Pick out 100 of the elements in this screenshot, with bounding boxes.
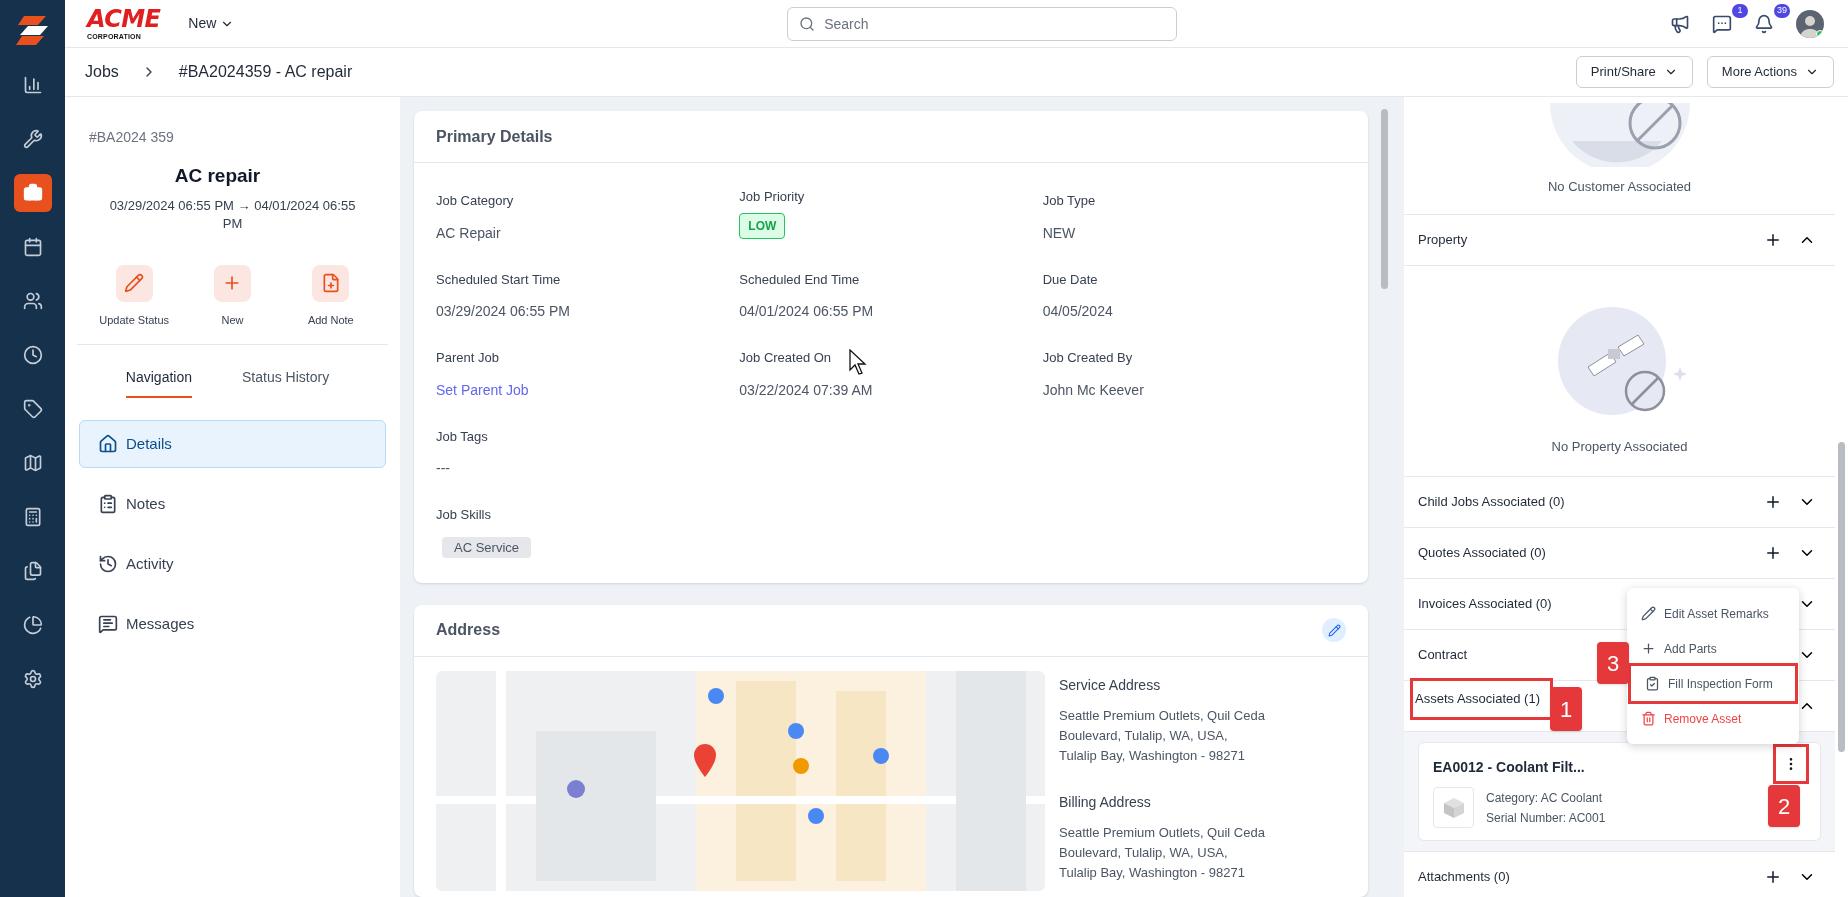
nav-item[interactable]: Notes (79, 480, 386, 528)
plus-icon (1764, 868, 1782, 886)
field-value: AC Repair (436, 223, 501, 243)
section-title: Assets Associated (1) (1413, 681, 1550, 717)
section-title: Property (1418, 231, 1468, 250)
edit-address-button[interactable] (1322, 618, 1346, 642)
clipboard-icon (98, 494, 118, 514)
briefcase-button[interactable] (13, 174, 52, 212)
field-label: Job Skills (436, 506, 491, 524)
megaphone-button[interactable] (1670, 13, 1690, 34)
empty-message: No Property Associated (1551, 437, 1688, 456)
plus-icon (1641, 641, 1656, 656)
history-icon (98, 554, 118, 574)
pie-chart-icon (22, 615, 43, 635)
print-share-button[interactable]: Print/Share (1575, 56, 1693, 88)
briefcase-icon (22, 183, 43, 203)
section-title: Invoices Associated (0) (1418, 595, 1552, 614)
field-value: 03/29/2024 06:55 PM (436, 302, 570, 321)
field-label: Due Date (1042, 270, 1098, 289)
quick-action-button[interactable]: Update Status (89, 264, 180, 328)
field-value: 03/22/2024 07:39 AM (739, 380, 873, 400)
plus-icon (1764, 544, 1782, 562)
field-label: Scheduled End Time (739, 270, 860, 289)
field-label: Job Created By (1042, 349, 1133, 367)
job-number: #BA2024 359 (88, 128, 175, 147)
menu-item[interactable]: Remove Asset (1627, 701, 1799, 736)
map-icon (22, 453, 43, 473)
menu-item[interactable]: Fill Inspection Form (1631, 666, 1795, 701)
nav-item[interactable]: Messages (79, 600, 386, 648)
field-value: 04/05/2024 (1042, 302, 1113, 321)
panel-tab[interactable]: Status History (242, 367, 330, 398)
priority-badge: LOW (739, 212, 786, 239)
section-title: Child Jobs Associated (0) (1418, 493, 1565, 512)
field-value: NEW (1042, 223, 1076, 243)
card-title: Primary Details (414, 111, 1368, 163)
asset-detail: Serial Number: AC001 (1486, 809, 1606, 827)
section-title: Quotes Associated (0) (1418, 544, 1546, 563)
panel-tab[interactable]: Navigation (125, 367, 192, 398)
address-label: Billing Address (1059, 792, 1152, 812)
message-icon (98, 614, 118, 634)
chat-button[interactable] (1712, 13, 1732, 34)
field-label: Job Type (1042, 192, 1096, 210)
address-text: Seattle Premium Outlets, Quil Ceda Boulevard, Tulalip, WA, USA, Tulalip Bay, Washington - 98271 (1059, 706, 1265, 765)
breadcrumb-link[interactable]: Jobs (85, 60, 119, 84)
clipboard-check-icon (1645, 676, 1660, 691)
bar-chart-icon (22, 75, 43, 95)
field-label: Job Tags (436, 427, 488, 446)
avatar-button[interactable] (1796, 9, 1824, 38)
card-title: Address (436, 620, 502, 640)
bell-icon (1754, 13, 1774, 34)
pencil-icon (124, 273, 145, 293)
plus-icon (1764, 231, 1782, 249)
skill-tag: AC Service (442, 536, 532, 558)
bell-button[interactable] (1754, 13, 1774, 34)
nav-item[interactable]: Activity (79, 540, 386, 588)
menu-item[interactable]: Edit Asset Remarks (1627, 596, 1799, 631)
set-parent-link[interactable]: Set Parent Job (436, 379, 740, 401)
callout-number: 3 (1597, 642, 1629, 684)
field-label: Parent Job (436, 349, 499, 367)
cube-icon (1441, 795, 1466, 820)
logo-icon (15, 14, 50, 46)
field-label: Job Priority (739, 188, 805, 206)
section-title: Contract (1418, 646, 1468, 665)
pencil-icon (1641, 606, 1656, 621)
tag-icon (22, 399, 43, 419)
search-icon (799, 15, 816, 32)
empty-message: No Customer Associated (1547, 177, 1692, 196)
new-menu-button[interactable]: New (188, 13, 235, 34)
field-label: Scheduled Start Time (436, 270, 561, 289)
page-title: #BA2024359 - AC repair (178, 62, 353, 82)
quick-action-button[interactable]: New (187, 264, 278, 328)
count-badge: 39 (1774, 3, 1790, 18)
scrollbar[interactable] (1835, 97, 1848, 897)
field-value: --- (436, 459, 450, 478)
chat-icon (1712, 13, 1732, 34)
asset-detail: Category: AC Coolant (1486, 789, 1604, 807)
address-label: Service Address (1059, 675, 1162, 695)
megaphone-icon (1670, 13, 1690, 34)
settings-icon (22, 669, 43, 689)
callout-number: 1 (1550, 687, 1582, 731)
count-badge: 1 (1732, 3, 1748, 18)
trash-icon (1641, 711, 1656, 726)
files-icon (22, 561, 43, 581)
nav-item[interactable]: Details (79, 420, 386, 468)
quick-action-button[interactable]: Add Note (285, 264, 376, 328)
address-text: Seattle Premium Outlets, Quil Ceda Boulevard, Tulalip, WA, USA, Tulalip Bay, Washington - 98271 (1059, 823, 1265, 882)
job-title: AC repair (173, 164, 262, 188)
asset-title: EA0012 - Coolant Filt... (1433, 758, 1586, 777)
more-actions-button[interactable]: More Actions (1706, 56, 1834, 88)
home-icon (98, 434, 118, 454)
section-title: Attachments (0) (1418, 868, 1510, 887)
search-field[interactable]: Search (787, 6, 1178, 41)
field-value: 04/01/2024 06:55 PM (739, 302, 874, 321)
users-icon (22, 291, 43, 311)
field-label: Job Category (436, 192, 514, 210)
clock-icon (22, 345, 43, 365)
pencil-icon (1327, 623, 1341, 637)
menu-item[interactable]: Add Parts (1627, 631, 1799, 666)
field-label: Job Created On (739, 349, 832, 367)
calendar-icon (22, 237, 43, 257)
